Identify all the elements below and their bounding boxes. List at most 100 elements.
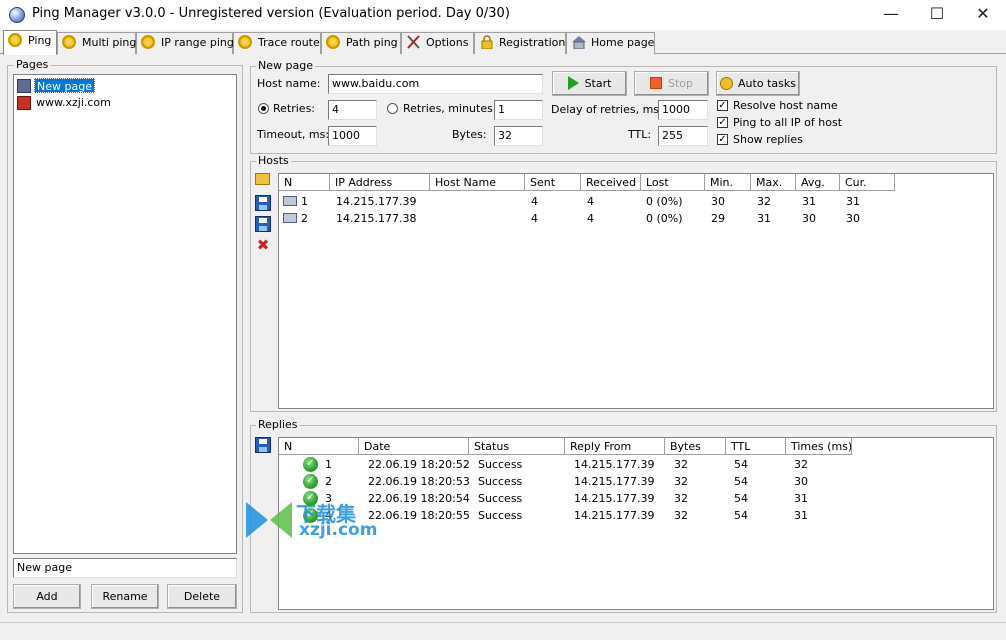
stop-icon: [649, 77, 662, 89]
cell-times: 31: [794, 509, 808, 522]
ttl-input[interactable]: 255: [658, 126, 708, 146]
tab-options[interactable]: Options: [401, 32, 474, 54]
cell-n: 4: [325, 509, 332, 522]
show-replies-label: Show replies: [733, 133, 803, 146]
timeout-label: Timeout, ms:: [257, 128, 330, 141]
rename-button[interactable]: Rename: [91, 584, 159, 609]
replies-table: N Date Status Reply From Bytes TTL Times…: [278, 437, 994, 610]
host-icon: [283, 196, 297, 206]
col-date[interactable]: Date: [359, 438, 469, 455]
col-received[interactable]: Received: [581, 174, 641, 191]
table-row[interactable]: 2 14.215.177.38 4 4 0 (0%) 29 31 30 30: [279, 210, 993, 227]
list-item[interactable]: ✓ 1 22.06.19 18:20:52 Success 14.215.177…: [279, 456, 993, 473]
page-name-input[interactable]: New page: [13, 558, 237, 578]
stop-button[interactable]: Stop: [634, 71, 709, 96]
open-folder-icon[interactable]: [255, 173, 270, 185]
tab-ip-range-ping[interactable]: IP range ping: [136, 32, 234, 54]
col-n[interactable]: N: [279, 174, 330, 191]
cell-times: 30: [794, 475, 808, 488]
host-icon: [283, 213, 297, 223]
cell-times: 31: [794, 492, 808, 505]
resolve-checkbox[interactable]: ✓: [717, 100, 728, 111]
delete-button[interactable]: Delete: [167, 584, 237, 609]
cell-n: 2: [325, 475, 332, 488]
pages-legend: Pages: [14, 58, 51, 71]
status-bar: [0, 622, 1006, 640]
retries-label: Retries:: [273, 102, 316, 115]
col-status[interactable]: Status: [469, 438, 565, 455]
col-ip-address[interactable]: IP Address: [330, 174, 430, 191]
col-max[interactable]: Max.: [751, 174, 796, 191]
col-avg[interactable]: Avg.: [796, 174, 840, 191]
col-n[interactable]: N: [279, 438, 359, 455]
page-item-xzji[interactable]: www.xzji.com: [36, 95, 111, 110]
start-button[interactable]: Start: [552, 71, 627, 96]
hosts-table: N IP Address Host Name Sent Received Los…: [278, 173, 994, 409]
minimize-button[interactable]: —: [868, 0, 914, 30]
tab-multi-ping[interactable]: Multi ping: [57, 32, 136, 54]
cell-date: 22.06.19 18:20:53: [368, 475, 470, 488]
tab-bar: Ping Multi ping IP range ping Trace rout…: [0, 30, 1006, 55]
ping-icon: [62, 35, 78, 49]
close-button[interactable]: ✕: [960, 0, 1006, 30]
tab-trace-route[interactable]: Trace route: [233, 32, 321, 54]
cell-ttl: 54: [734, 458, 748, 471]
retries-minutes-radio[interactable]: [387, 103, 398, 114]
col-min[interactable]: Min.: [705, 174, 751, 191]
cell-cur: 31: [846, 195, 860, 208]
show-replies-checkbox[interactable]: ✓: [717, 134, 728, 145]
tab-path-ping[interactable]: Path ping: [321, 32, 401, 54]
list-item[interactable]: ✓ 3 22.06.19 18:20:54 Success 14.215.177…: [279, 490, 993, 507]
tab-home-page[interactable]: Home page: [566, 32, 655, 54]
col-bytes[interactable]: Bytes: [665, 438, 726, 455]
col-reply-from[interactable]: Reply From: [565, 438, 665, 455]
cell-ttl: 54: [734, 475, 748, 488]
cell-date: 22.06.19 18:20:52: [368, 458, 470, 471]
lock-icon: [479, 35, 495, 50]
replies-legend: Replies: [256, 418, 300, 431]
tab-label: Trace route: [258, 36, 320, 49]
cell-sent: 4: [531, 212, 538, 225]
tools-icon: [406, 35, 422, 49]
window-title: Ping Manager v3.0.0 - Unregistered versi…: [32, 6, 510, 21]
list-item[interactable]: ✓ 2 22.06.19 18:20:53 Success 14.215.177…: [279, 473, 993, 490]
tab-ping[interactable]: Ping: [3, 30, 57, 55]
add-button[interactable]: Add: [13, 584, 81, 609]
timeout-input[interactable]: 1000: [328, 126, 377, 146]
tab-label: Options: [426, 36, 469, 49]
delay-input[interactable]: 1000: [658, 100, 708, 120]
col-host-name[interactable]: Host Name: [430, 174, 525, 191]
bytes-input[interactable]: 32: [494, 126, 543, 146]
save-icon[interactable]: [255, 195, 271, 211]
cell-bytes: 32: [674, 458, 688, 471]
cell-reply-from: 14.215.177.39: [574, 475, 655, 488]
tab-registration[interactable]: Registration: [474, 32, 566, 54]
delete-icon[interactable]: ✖: [255, 237, 271, 253]
col-sent[interactable]: Sent: [525, 174, 581, 191]
list-item[interactable]: ✓ 4 22.06.19 18:20:55 Success 14.215.177…: [279, 507, 993, 524]
cell-ttl: 54: [734, 509, 748, 522]
cell-n: 1: [301, 195, 308, 208]
maximize-button[interactable]: ☐: [914, 0, 960, 30]
cell-reply-from: 14.215.177.39: [574, 492, 655, 505]
retries-input[interactable]: 4: [328, 100, 377, 120]
col-cur[interactable]: Cur.: [840, 174, 895, 191]
host-name-input[interactable]: www.baidu.com: [328, 74, 543, 94]
cell-ip: 14.215.177.38: [336, 212, 417, 225]
col-times[interactable]: Times (ms): [786, 438, 852, 455]
ping-icon: [8, 33, 24, 47]
ping-all-checkbox[interactable]: ✓: [717, 117, 728, 128]
tab-label: Path ping: [346, 36, 398, 49]
bytes-label: Bytes:: [452, 128, 487, 141]
page-item-new-page[interactable]: New page: [34, 78, 95, 93]
save-replies-icon[interactable]: [255, 437, 271, 453]
col-ttl[interactable]: TTL: [726, 438, 786, 455]
save-as-icon[interactable]: [255, 216, 271, 232]
ping-icon: [326, 35, 342, 49]
auto-tasks-button[interactable]: Auto tasks: [716, 71, 800, 96]
retries-minutes-input[interactable]: 1: [494, 100, 543, 120]
pages-list[interactable]: New page www.xzji.com: [13, 74, 237, 554]
retries-radio[interactable]: [258, 103, 269, 114]
table-row[interactable]: 1 14.215.177.39 4 4 0 (0%) 30 32 31 31: [279, 193, 993, 210]
col-lost[interactable]: Lost: [641, 174, 705, 191]
